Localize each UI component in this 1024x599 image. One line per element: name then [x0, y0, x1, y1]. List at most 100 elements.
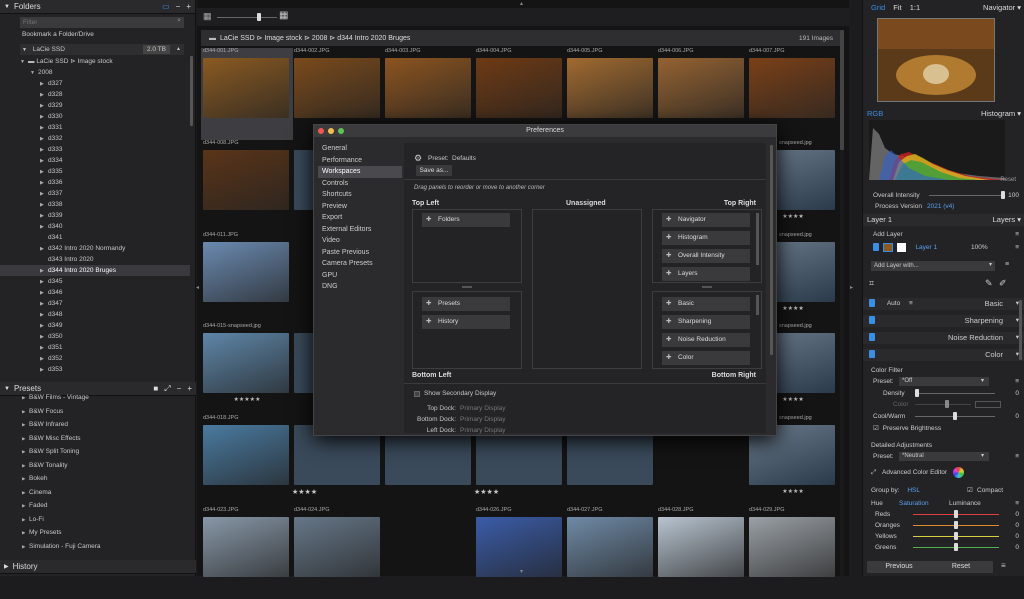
folder-tree-item[interactable]: ▼ 2008: [0, 67, 190, 78]
save-as-button[interactable]: Save as...: [416, 165, 452, 176]
folder-tree-item[interactable]: ▶ d330: [0, 111, 190, 122]
hsl-row-slider[interactable]: [913, 510, 999, 518]
plus-icon[interactable]: +: [186, 2, 191, 11]
folder-tree-item[interactable]: ▼ ▬ LaCie SSD ⊳ Image stock: [0, 56, 190, 67]
chevron-down-icon[interactable]: ▾: [1017, 3, 1021, 12]
folder-tree-item[interactable]: ▶ d350: [0, 331, 190, 342]
panel-chip[interactable]: Navigator: [662, 213, 750, 227]
hsl-select[interactable]: HSL: [907, 487, 920, 494]
secondary-display-checkbox[interactable]: [414, 391, 420, 397]
chevron-down-icon[interactable]: ▾: [1017, 215, 1021, 224]
luminance-tab[interactable]: Luminance: [949, 498, 981, 509]
drive-row[interactable]: ▼ LaCie SSD 2.0 TB ▲: [20, 44, 184, 55]
fit-zoom-button[interactable]: Fit: [893, 3, 901, 12]
maximize-icon[interactable]: [338, 128, 344, 134]
layer-name[interactable]: Layer 1: [915, 244, 937, 251]
preset-category[interactable]: Simulation - Fuji Camera: [0, 540, 190, 554]
thumbnail[interactable]: d344-015-snapseed.jpg ★★★★★: [201, 323, 293, 415]
left-dock-select[interactable]: Primary Display: [460, 427, 506, 434]
preset-category[interactable]: Faded: [0, 499, 190, 513]
folder-tree-item[interactable]: ▶ d338: [0, 199, 190, 210]
preferences-nav-item[interactable]: Performance: [318, 155, 402, 167]
preset-category[interactable]: B&W Focus: [0, 405, 190, 419]
eyedropper-icon[interactable]: ✎: [985, 278, 993, 289]
preset-category[interactable]: Bokeh: [0, 472, 190, 486]
splitter-handle[interactable]: [462, 286, 472, 288]
detailed-preset-select[interactable]: *Neutral: [899, 452, 989, 461]
bookmark-link[interactable]: Bookmark a Folder/Drive: [22, 31, 94, 38]
preferences-nav-item[interactable]: Controls: [318, 178, 402, 190]
layer-row[interactable]: Layer 1 100% ≡: [863, 242, 1024, 254]
preset-category[interactable]: B&W Split Toning: [0, 445, 190, 459]
thumbnail[interactable]: d344-024.JPG: [292, 507, 384, 599]
ace-row[interactable]: ⤢ Advanced Color Editor: [863, 467, 1024, 478]
brush-icon[interactable]: ✐: [999, 278, 1007, 289]
folder-tree-item[interactable]: ▶ d352: [0, 353, 190, 364]
rgb-mode-select[interactable]: RGB: [867, 109, 883, 118]
folder-tree-item[interactable]: ▶ d336: [0, 177, 190, 188]
histogram-reset[interactable]: Reset: [1000, 177, 1016, 183]
folders-header[interactable]: ▼ Folders ▭ − +: [0, 0, 195, 14]
preferences-nav-item[interactable]: Shortcuts: [318, 189, 402, 201]
layer-visibility-toggle[interactable]: [873, 243, 879, 252]
minimize-icon[interactable]: [328, 128, 334, 134]
navigator-preview[interactable]: [877, 18, 995, 102]
folder-tree-item[interactable]: ▶ d329: [0, 100, 190, 111]
menu-icon[interactable]: ≡: [909, 298, 913, 309]
preferences-nav-item[interactable]: DNG: [318, 281, 402, 293]
dialog-titlebar[interactable]: Preferences: [314, 125, 776, 137]
panel-chip[interactable]: Overall Intensity: [662, 249, 750, 263]
tree-scrollbar[interactable]: [190, 56, 193, 126]
folder-tree-item[interactable]: d343 Intro 2020: [0, 254, 190, 265]
thumb-size-slider[interactable]: [217, 13, 277, 21]
panel-chip[interactable]: Histogram: [662, 231, 750, 245]
filter-box[interactable]: ⌕: [20, 17, 184, 28]
folder-tree-item[interactable]: ▶ d353: [0, 364, 190, 375]
overall-intensity-slider[interactable]: [929, 191, 1005, 199]
density-slider[interactable]: [915, 389, 995, 397]
breadcrumb-path[interactable]: LaCie SSD ⊳ Image stock ⊳ 2008 ⊳ d344 In…: [220, 34, 410, 42]
bottom-dock-select[interactable]: Primary Display: [460, 416, 506, 423]
grid-large-icon[interactable]: ▦: [279, 10, 288, 21]
sharpening-header[interactable]: Sharpening ▾: [863, 315, 1024, 327]
folder-tree-item[interactable]: ▶ d333: [0, 144, 190, 155]
dialog-scrollbar[interactable]: [770, 145, 773, 355]
coolwarm-slider[interactable]: [915, 412, 995, 420]
noise-toggle[interactable]: [869, 333, 875, 342]
adjust-scrollbar[interactable]: [1019, 300, 1022, 360]
color-toggle[interactable]: [869, 350, 875, 359]
preferences-nav-item[interactable]: Video: [318, 235, 402, 247]
grid-small-icon[interactable]: ▦: [203, 11, 212, 22]
thumbnail[interactable]: d344-008.JPG: [201, 140, 293, 232]
previous-button[interactable]: Previous: [867, 561, 931, 573]
folder-tree-item[interactable]: ▶ d348: [0, 309, 190, 320]
menu-icon[interactable]: ≡: [1015, 498, 1019, 509]
panel-chip[interactable]: Color: [662, 351, 750, 365]
menu-icon[interactable]: ≡: [1015, 376, 1019, 387]
eject-icon[interactable]: ▲: [176, 44, 181, 55]
thumbnail[interactable]: d344-027.JPG: [565, 507, 657, 599]
folder-tree-item[interactable]: d341: [0, 232, 190, 243]
add-layer-button[interactable]: Add Layer: [863, 231, 903, 238]
preset-category[interactable]: B&W Infrared: [0, 418, 190, 432]
preferences-nav-item[interactable]: Paste Previous: [318, 247, 402, 259]
preferences-nav-item[interactable]: Export: [318, 212, 402, 224]
thumbnail[interactable]: d344-001.JPG: [201, 48, 293, 140]
preferences-nav-item[interactable]: GPU: [318, 270, 402, 282]
folder-tree-item[interactable]: ▶ d331: [0, 122, 190, 133]
color-wheel-icon[interactable]: [953, 467, 964, 478]
reset-button[interactable]: Reset: [929, 561, 993, 573]
one-to-one-zoom-button[interactable]: 1:1: [910, 3, 920, 12]
chevron-down-icon[interactable]: ▾: [1017, 109, 1021, 118]
menu-icon[interactable]: ≡: [1015, 451, 1019, 462]
minus-icon[interactable]: −: [176, 2, 181, 11]
thumbnail[interactable]: d344-023.JPG: [201, 507, 293, 599]
panel-chip[interactable]: Basic: [662, 297, 750, 311]
preset-category[interactable]: B&W Misc Effects: [0, 432, 190, 446]
saturation-tab[interactable]: Saturation: [899, 498, 929, 509]
filter-input[interactable]: [20, 17, 170, 28]
add-layer-with-select[interactable]: Add Layer with...: [871, 261, 995, 271]
zone-scrollbar[interactable]: [756, 295, 759, 315]
right-collapse-icon[interactable]: ▸: [850, 284, 853, 291]
panel-chip[interactable]: Presets: [422, 297, 510, 311]
